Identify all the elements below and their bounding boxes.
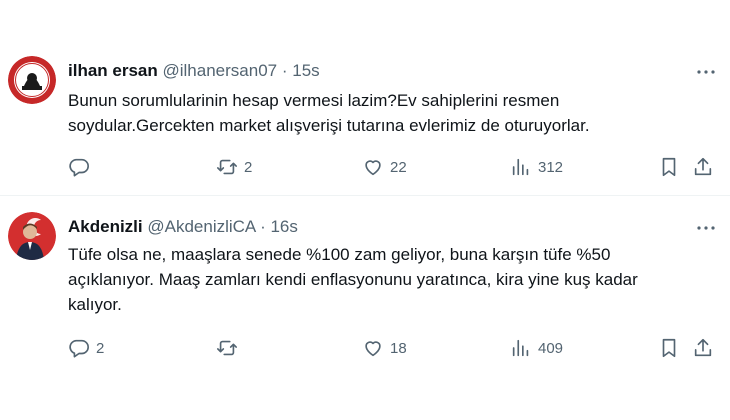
share-button[interactable] [692, 155, 714, 179]
like-button[interactable]: 18 [362, 336, 407, 360]
tweet-header: Akdenizli @AkdenizliCA · 16s [68, 216, 298, 238]
views-count: 409 [538, 339, 564, 357]
retweet-icon [217, 340, 237, 356]
tweet-text-line: açıklanıyor. Maaş zamları kendi enflasyo… [68, 270, 638, 289]
views-icon [512, 339, 529, 357]
tweet-text: Tüfe olsa ne, maaşlara senede %100 zam g… [68, 242, 708, 317]
retweet-count: 2 [244, 158, 253, 176]
avatar[interactable] [8, 56, 56, 104]
author-handle[interactable]: @ilhanersan07 [163, 61, 278, 80]
bookmark-button[interactable] [658, 155, 680, 179]
views-button[interactable]: 409 [510, 336, 563, 360]
retweet-button[interactable]: 2 [216, 155, 252, 179]
separator-dot: · [260, 217, 266, 236]
bookmark-icon [662, 157, 676, 177]
tweet-text-line: soydular.Gercekten market alışverişi tut… [68, 116, 590, 135]
share-icon [694, 338, 712, 357]
author-handle[interactable]: @AkdenizliCA [147, 217, 255, 236]
bookmark-icon [662, 338, 676, 358]
share-icon [694, 157, 712, 176]
timestamp[interactable]: 16s [270, 217, 297, 236]
retweet-icon [217, 159, 237, 175]
reply-button[interactable]: 2 [68, 336, 104, 360]
reply-icon [69, 339, 89, 358]
more-icon[interactable] [694, 218, 718, 238]
like-count: 18 [390, 339, 407, 357]
bookmark-button[interactable] [658, 336, 680, 360]
avatar[interactable] [8, 212, 56, 260]
views-count: 312 [538, 158, 564, 176]
avatar-logo-image [8, 56, 56, 104]
views-button[interactable]: 312 [510, 155, 563, 179]
separator-dot: · [281, 61, 288, 80]
views-icon [512, 158, 529, 176]
tweet-header: ilhan ersan @ilhanersan07 · 15s [68, 60, 320, 82]
reply-icon [69, 158, 89, 177]
reply-button[interactable] [68, 155, 96, 179]
heart-icon [365, 160, 381, 176]
tweet-ilhan-ersan[interactable]: ilhan ersan @ilhanersan07 · 15s Bunun so… [0, 0, 730, 195]
like-button[interactable]: 22 [362, 155, 407, 179]
like-count: 22 [390, 158, 407, 176]
tweet-text-line: kalıyor. [68, 295, 122, 314]
tweet-text-line: Tüfe olsa ne, maaşlara senede %100 zam g… [68, 245, 611, 264]
tweet-text: Bunun sorumlularinin hesap vermesi lazim… [68, 88, 708, 138]
tweet-akdenizli[interactable]: Akdenizli @AkdenizliCA · 16s Tüfe olsa n… [0, 196, 730, 420]
heart-icon [365, 341, 381, 357]
tweet-text-line: Bunun sorumlularinin hesap vermesi lazim… [68, 91, 560, 110]
timestamp[interactable]: 15s [292, 61, 319, 80]
author-name[interactable]: Akdenizli [68, 217, 143, 236]
share-button[interactable] [692, 336, 714, 360]
more-icon[interactable] [694, 62, 718, 82]
retweet-button[interactable] [216, 336, 244, 360]
reply-count: 2 [96, 339, 105, 357]
avatar-portrait-image [8, 212, 56, 260]
author-name[interactable]: ilhan ersan [68, 61, 158, 80]
